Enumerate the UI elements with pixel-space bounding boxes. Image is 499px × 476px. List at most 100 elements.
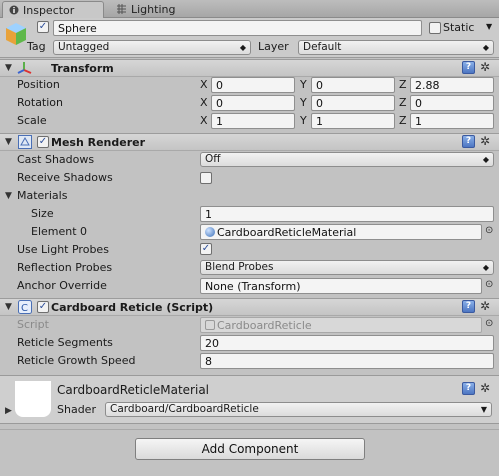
mesh-renderer-title: Mesh Renderer: [51, 136, 146, 149]
foldout-arrow-icon[interactable]: ▼: [5, 137, 12, 147]
help-icon[interactable]: ?: [462, 135, 475, 148]
chevron-down-icon: ◆: [482, 43, 489, 52]
size-label: Size: [31, 207, 54, 220]
cardboard-reticle-header[interactable]: ▼ C ✓ Cardboard Reticle (Script) ? ✲: [0, 298, 499, 316]
script-field: CardboardReticle: [200, 317, 482, 333]
object-header: ✓ Sphere Static ▼ Tag Untagged ◆ Layer De…: [0, 18, 499, 58]
static-dropdown-icon[interactable]: ▼: [486, 22, 492, 31]
axes-icon: [17, 61, 33, 78]
tab-inspector[interactable]: Inspector: [2, 1, 104, 18]
reticle-growth-speed-field[interactable]: 8: [200, 353, 494, 369]
use-light-probes-label: Use Light Probes: [17, 243, 109, 256]
axis-z-label[interactable]: Z: [399, 114, 407, 127]
object-picker-icon: ⊙: [485, 318, 494, 329]
gear-icon[interactable]: ✲: [480, 299, 490, 313]
axis-y-label[interactable]: Y: [300, 114, 307, 127]
help-icon[interactable]: ?: [462, 300, 475, 313]
position-x-field[interactable]: 0: [211, 77, 295, 93]
svg-text:C: C: [21, 303, 28, 314]
reflection-probes-label: Reflection Probes: [17, 261, 113, 274]
scale-y-field[interactable]: 1: [311, 113, 395, 129]
material-sphere-icon: [205, 227, 215, 237]
layer-label: Layer: [258, 40, 289, 53]
axis-x-label[interactable]: X: [200, 114, 208, 127]
materials-label[interactable]: Materials: [17, 189, 67, 202]
script-value: CardboardReticle: [217, 319, 312, 332]
size-field[interactable]: 1: [200, 206, 494, 222]
element0-label: Element 0: [31, 225, 88, 238]
mesh-renderer-enabled-checkbox[interactable]: ✓: [37, 136, 49, 148]
gear-icon[interactable]: ✲: [480, 60, 490, 74]
receive-shadows-label: Receive Shadows: [17, 171, 113, 184]
shader-value: Cardboard/CardboardReticle: [110, 403, 259, 415]
cast-shadows-value: Off: [205, 153, 221, 165]
tab-lighting[interactable]: Lighting: [110, 1, 190, 18]
gear-icon[interactable]: ✲: [480, 134, 490, 148]
layer-value: Default: [303, 41, 342, 53]
reticle-segments-label: Reticle Segments: [17, 336, 113, 349]
reflection-probes-value: Blend Probes: [205, 261, 274, 273]
static-checkbox[interactable]: [429, 22, 441, 34]
axis-x-label[interactable]: X: [200, 96, 208, 109]
scale-x-field[interactable]: 1: [211, 113, 295, 129]
reticle-growth-speed-label: Reticle Growth Speed: [17, 354, 136, 367]
transform-title: Transform: [51, 62, 114, 75]
anchor-override-field[interactable]: None (Transform): [200, 278, 482, 294]
chevron-down-icon: ◆: [482, 155, 489, 164]
rotation-label: Rotation: [17, 96, 64, 109]
foldout-arrow-icon[interactable]: ▼: [5, 302, 12, 312]
help-icon[interactable]: ?: [462, 382, 475, 395]
use-light-probes-checkbox[interactable]: ✓: [200, 243, 212, 255]
axis-z-label[interactable]: Z: [399, 78, 407, 91]
foldout-arrow-icon[interactable]: ▼: [5, 63, 12, 73]
material-section: ▶ CardboardReticleMaterial ? ✲ Shader Ca…: [0, 376, 499, 424]
script-label: Script: [17, 318, 49, 331]
lighting-icon: [116, 4, 127, 17]
tag-value: Untagged: [58, 41, 110, 53]
info-icon: [9, 5, 19, 18]
axis-y-label[interactable]: Y: [300, 78, 307, 91]
tag-label: Tag: [27, 40, 46, 53]
materials-foldout-icon[interactable]: ▼: [5, 191, 12, 201]
axis-x-label[interactable]: X: [200, 78, 208, 91]
scale-z-field[interactable]: 1: [410, 113, 494, 129]
layer-dropdown[interactable]: Default ◆: [298, 40, 494, 55]
cast-shadows-dropdown[interactable]: Off ◆: [200, 152, 494, 167]
cast-shadows-label: Cast Shadows: [17, 153, 95, 166]
active-checkbox[interactable]: ✓: [37, 21, 49, 33]
object-name-field[interactable]: Sphere: [53, 20, 422, 36]
cube-icon: [5, 22, 27, 49]
mesh-icon: [18, 135, 32, 152]
add-component-button[interactable]: Add Component: [135, 438, 365, 460]
object-picker-icon[interactable]: ⊙: [485, 279, 493, 290]
position-y-field[interactable]: 0: [311, 77, 395, 93]
receive-shadows-checkbox[interactable]: [200, 172, 212, 184]
material-foldout-icon[interactable]: ▶: [5, 406, 12, 416]
mesh-renderer-header[interactable]: ▼ ✓ Mesh Renderer ? ✲: [0, 133, 499, 151]
chevron-down-icon: ◆: [482, 263, 489, 272]
cardboard-reticle-enabled-checkbox[interactable]: ✓: [37, 301, 49, 313]
chevron-down-icon: ▼: [480, 405, 487, 414]
element0-field[interactable]: CardboardReticleMaterial: [200, 224, 482, 240]
shader-dropdown[interactable]: Cardboard/CardboardReticle ▼: [105, 402, 492, 417]
tab-bar: Inspector Lighting: [0, 0, 499, 18]
material-name: CardboardReticleMaterial: [57, 383, 210, 397]
axis-z-label[interactable]: Z: [399, 96, 407, 109]
object-picker-icon[interactable]: ⊙: [485, 225, 493, 236]
position-label: Position: [17, 78, 60, 91]
static-label: Static: [443, 21, 475, 34]
tag-dropdown[interactable]: Untagged ◆: [53, 40, 251, 55]
gear-icon[interactable]: ✲: [480, 381, 490, 395]
rotation-z-field[interactable]: 0: [410, 95, 494, 111]
rotation-x-field[interactable]: 0: [211, 95, 295, 111]
help-icon[interactable]: ?: [462, 61, 475, 74]
reticle-segments-field[interactable]: 20: [200, 335, 494, 351]
transform-header[interactable]: ▼ Transform ? ✲: [0, 59, 499, 77]
axis-y-label[interactable]: Y: [300, 96, 307, 109]
position-z-field[interactable]: 2.88: [410, 77, 494, 93]
rotation-y-field[interactable]: 0: [311, 95, 395, 111]
tab-inspector-label: Inspector: [23, 4, 75, 17]
script-file-icon: [205, 320, 215, 330]
chevron-down-icon: ◆: [239, 43, 246, 52]
reflection-probes-dropdown[interactable]: Blend Probes ◆: [200, 260, 494, 275]
